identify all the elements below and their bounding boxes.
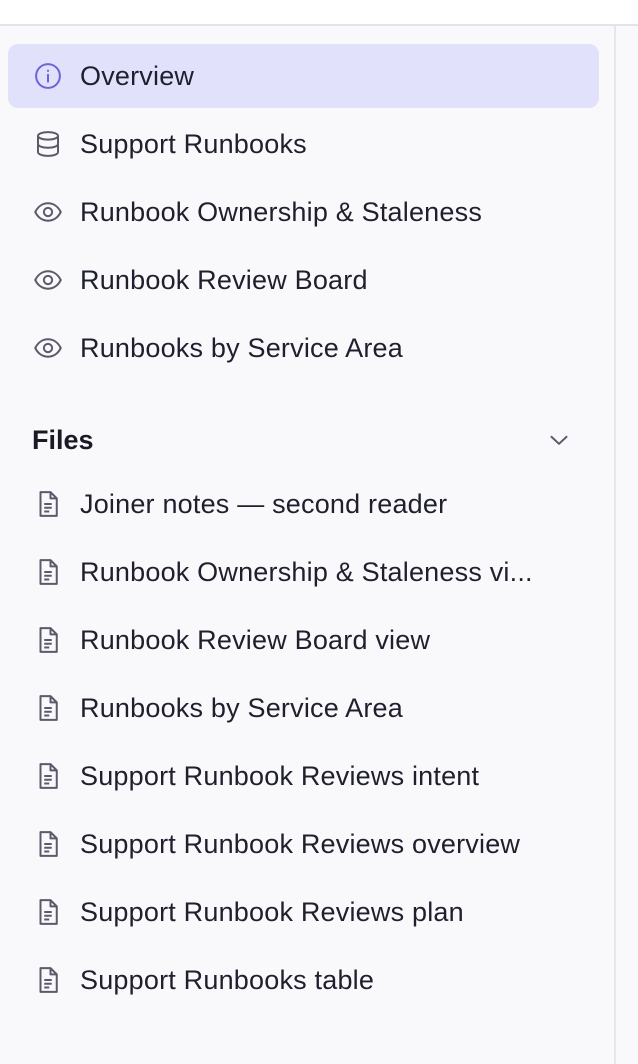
document-icon [32,624,64,656]
top-bar [0,0,638,26]
document-icon [32,828,64,860]
file-item-label: Joiner notes — second reader [80,488,448,519]
nav-item-label: Overview [80,60,195,91]
panel-divider [614,26,616,1064]
chevron-down-icon[interactable] [543,424,575,456]
document-icon [32,488,64,520]
nav-item-runbook-review-board[interactable]: Runbook Review Board [8,248,599,312]
file-item[interactable]: Runbook Review Board view [8,608,599,672]
file-item-label: Support Runbook Reviews intent [80,760,480,791]
info-icon [32,60,64,92]
nav-item-label: Runbooks by Service Area [80,332,403,363]
document-icon [32,964,64,996]
document-icon [32,896,64,928]
sidebar: Overview Support Runbooks Runbook Owners… [8,44,599,1016]
database-icon [32,128,64,160]
file-item[interactable]: Support Runbooks table [8,948,599,1012]
file-item[interactable]: Runbook Ownership & Staleness vi... [8,540,599,604]
eye-icon [32,196,64,228]
eye-icon [32,264,64,296]
eye-icon [32,332,64,364]
file-item[interactable]: Joiner notes — second reader [8,472,599,536]
file-item-label: Support Runbook Reviews overview [80,828,521,859]
nav-item-overview[interactable]: Overview [8,44,599,108]
nav-item-runbooks-by-service-area[interactable]: Runbooks by Service Area [8,316,599,380]
files-section-title: Files [32,424,94,455]
file-item-label: Runbook Ownership & Staleness vi... [80,556,533,587]
document-icon [32,556,64,588]
file-item-label: Support Runbooks table [80,964,375,995]
file-item[interactable]: Support Runbook Reviews overview [8,812,599,876]
file-item[interactable]: Support Runbook Reviews plan [8,880,599,944]
document-icon [32,692,64,724]
file-item-label: Runbooks by Service Area [80,692,403,723]
nav-item-support-runbooks[interactable]: Support Runbooks [8,112,599,176]
document-icon [32,760,64,792]
file-item[interactable]: Support Runbook Reviews intent [8,744,599,808]
nav-item-label: Runbook Ownership & Staleness [80,196,483,227]
nav-item-label: Runbook Review Board [80,264,368,295]
file-item-label: Runbook Review Board view [80,624,431,655]
file-item[interactable]: Runbooks by Service Area [8,676,599,740]
nav-item-runbook-ownership[interactable]: Runbook Ownership & Staleness [8,180,599,244]
nav-item-label: Support Runbooks [80,128,307,159]
files-section-header[interactable]: Files [8,408,599,472]
file-item-label: Support Runbook Reviews plan [80,896,464,927]
files-list: Joiner notes — second reader Runbook Own… [8,472,599,1012]
